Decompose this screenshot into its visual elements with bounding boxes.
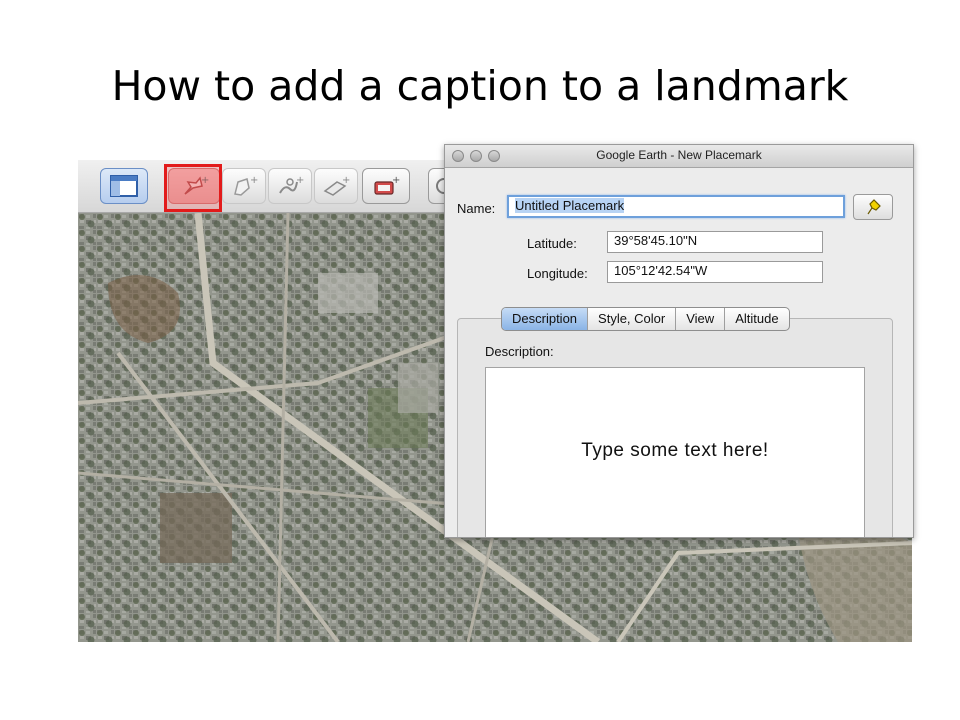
svg-text:+: + [250,175,258,186]
longitude-field[interactable]: 105°12'42.54"W [607,261,823,283]
polygon-icon: + [234,175,258,196]
add-placemark-highlight [164,164,222,212]
add-polygon-button[interactable]: + [222,168,266,204]
name-label: Name: [457,201,496,216]
record-tour-icon: + [374,175,400,195]
yellow-pushpin-icon [867,199,881,215]
svg-text:+: + [342,175,350,186]
add-path-button[interactable]: + [268,168,312,204]
name-field-value: Untitled Placemark [515,198,625,213]
tab-view[interactable]: View [675,308,724,330]
description-textarea[interactable]: Type some text here! [485,367,865,537]
add-image-overlay-button[interactable]: + [314,168,358,204]
sidebar-toggle-button[interactable] [100,168,148,204]
longitude-label: Longitude: [527,266,588,281]
latitude-field[interactable]: 39°58'45.10"N [607,231,823,253]
new-placemark-dialog: Google Earth - New Placemark Name: Untit… [444,144,914,538]
svg-text:+: + [392,175,400,186]
record-tour-button[interactable]: + [362,168,410,204]
description-text: Type some text here! [581,440,769,461]
tab-altitude[interactable]: Altitude [724,308,788,330]
tab-style-color[interactable]: Style, Color [587,308,675,330]
name-field[interactable]: Untitled Placemark [507,195,845,218]
tab-description[interactable]: Description [502,308,588,330]
dialog-title: Google Earth - New Placemark [596,148,762,162]
image-overlay-icon: + [323,175,350,196]
svg-text:+: + [296,175,304,186]
sidebar-icon [110,175,138,197]
description-label: Description: [485,344,554,359]
dialog-titlebar: Google Earth - New Placemark [445,145,913,168]
latitude-label: Latitude: [527,236,577,251]
slide-title: How to add a caption to a landmark [111,62,849,110]
tab-bar: Description Style, Color View Altitude [501,307,790,331]
path-icon: + [279,175,304,194]
placemark-icon-button[interactable] [853,194,893,220]
